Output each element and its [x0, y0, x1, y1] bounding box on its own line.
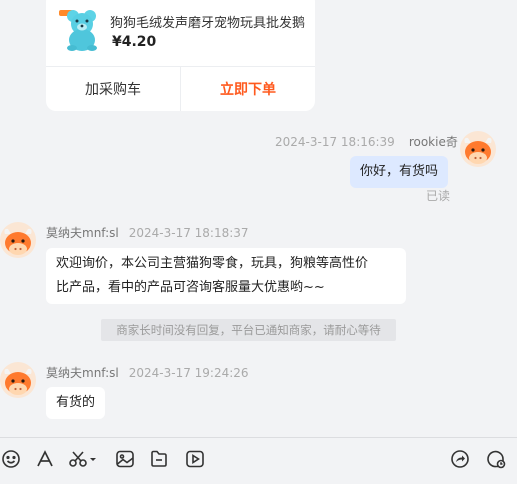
add-to-cart-button[interactable]: 加采购车: [46, 67, 181, 111]
product-thumbnail[interactable]: [57, 4, 105, 52]
message-time: 2024-3-17 18:18:37: [128, 226, 249, 240]
system-notice: 商家长时间没有回复，平台已通知商家，请耐心等待: [101, 319, 396, 341]
share-icon[interactable]: [449, 448, 471, 470]
avatar[interactable]: [460, 131, 496, 167]
emoji-icon[interactable]: [0, 448, 22, 470]
message-meta: 莫纳夫mnf:sl 2024-3-17 19:24:26: [46, 364, 249, 381]
message-line: 比产品，看中的产品可咨询客服量大优惠哟~~: [56, 280, 325, 295]
product-title[interactable]: 狗狗毛绒发声磨牙宠物玩具批发鹅: [110, 12, 310, 31]
sender-name: 莫纳夫mnf:sl: [46, 226, 119, 240]
avatar[interactable]: [0, 222, 36, 258]
product-price: ¥4.20: [112, 34, 157, 50]
chat-history-icon[interactable]: [485, 448, 507, 470]
message-bubble: 你好，有货吗: [350, 156, 449, 188]
message-meta: 莫纳夫mnf:sl 2024-3-17 18:18:37: [46, 224, 249, 241]
message-time: 2024-3-17 19:24:26: [128, 366, 249, 380]
sender-name: rookie奇: [408, 135, 458, 149]
image-icon[interactable]: [114, 448, 136, 470]
message-meta: 2024-3-17 18:16:39 rookie奇: [275, 133, 458, 150]
scissors-icon[interactable]: [68, 448, 98, 470]
product-card-actions: 加采购车 立即下单: [46, 66, 315, 111]
avatar[interactable]: [0, 362, 36, 398]
file-icon[interactable]: [148, 448, 170, 470]
read-status: 已读: [426, 189, 451, 203]
video-icon[interactable]: [184, 448, 206, 470]
font-icon[interactable]: [34, 448, 56, 470]
message-line: 欢迎询价，本公司主营猫狗零食，玩具，狗粮等高性价: [56, 256, 369, 271]
input-toolbar: [0, 437, 517, 484]
message-time: 2024-3-17 18:16:39: [275, 135, 395, 149]
order-now-button[interactable]: 立即下单: [181, 67, 315, 111]
sender-name: 莫纳夫mnf:sl: [46, 366, 119, 380]
product-card[interactable]: 狗狗毛绒发声磨牙宠物玩具批发鹅 ¥4.20 加采购车 立即下单: [46, 0, 315, 111]
message-bubble: 欢迎询价，本公司主营猫狗零食，玩具，狗粮等高性价 比产品，看中的产品可咨询客服量…: [46, 248, 406, 304]
chat-area: 狗狗毛绒发声磨牙宠物玩具批发鹅 ¥4.20 加采购车 立即下单 2024-3-1…: [0, 0, 517, 437]
message-bubble: 有货的: [46, 387, 106, 419]
